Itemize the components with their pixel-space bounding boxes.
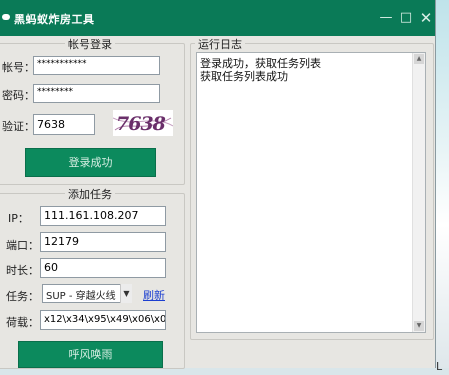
port-input[interactable]: 12179: [40, 232, 166, 252]
task-type-label: 任务：: [6, 290, 39, 303]
payload-input[interactable]: x12\x34\x95\x49\x06\x00: [40, 310, 166, 330]
close-button[interactable]: ✕: [416, 8, 436, 28]
captcha-text: 7638: [116, 113, 166, 135]
port-label: 端口：: [6, 239, 39, 252]
account-label: 帐号：: [2, 61, 35, 74]
captcha-graphic: 7638: [113, 113, 173, 135]
log-group-label: 运行日志: [195, 36, 245, 52]
maximize-button[interactable]: □: [396, 8, 416, 28]
ip-label: IP：: [8, 212, 29, 225]
desktop-strip: [0, 368, 449, 375]
window-title: 黑蚂蚁炸房工具: [14, 13, 95, 26]
scroll-up-icon[interactable]: ▲: [414, 54, 424, 64]
ip-input[interactable]: 111.161.108.207: [40, 206, 166, 226]
captcha-input[interactable]: 7638: [33, 114, 95, 135]
refresh-link[interactable]: 刷新: [143, 287, 165, 303]
desktop-corner-text: L: [436, 360, 443, 373]
password-label: 密码：: [2, 89, 35, 102]
log-line: 获取任务列表成功: [200, 70, 288, 83]
task-group-label: 添加任务: [65, 186, 115, 202]
app-window: 黑蚂蚁炸房工具 — □ ✕ 帐号登录 帐号： *********** 密码： *…: [0, 0, 436, 369]
password-input[interactable]: ********: [33, 84, 160, 103]
login-button[interactable]: 登录成功: [25, 148, 156, 177]
log-textarea[interactable]: 登录成功，获取任务列表 获取任务列表成功 ▲ ▼: [196, 52, 426, 333]
submit-task-button[interactable]: 呼风唤雨: [18, 341, 163, 368]
captcha-label: 验证：: [2, 120, 35, 133]
duration-label: 时长：: [6, 264, 39, 277]
scroll-down-icon[interactable]: ▼: [414, 321, 424, 331]
duration-input[interactable]: 60: [40, 258, 166, 278]
minimize-button[interactable]: —: [376, 8, 396, 28]
login-group-label: 帐号登录: [65, 36, 115, 52]
log-scrollbar[interactable]: ▲ ▼: [412, 53, 425, 332]
title-bar[interactable]: 黑蚂蚁炸房工具 — □ ✕: [0, 0, 435, 36]
account-input[interactable]: ***********: [33, 56, 160, 75]
payload-label: 荷载：: [6, 316, 39, 329]
captcha-image[interactable]: 7638: [113, 110, 173, 136]
chevron-down-icon[interactable]: ▼: [120, 284, 132, 303]
app-icon: [2, 14, 10, 20]
task-type-select[interactable]: SUP - 穿越火线: [42, 284, 132, 303]
